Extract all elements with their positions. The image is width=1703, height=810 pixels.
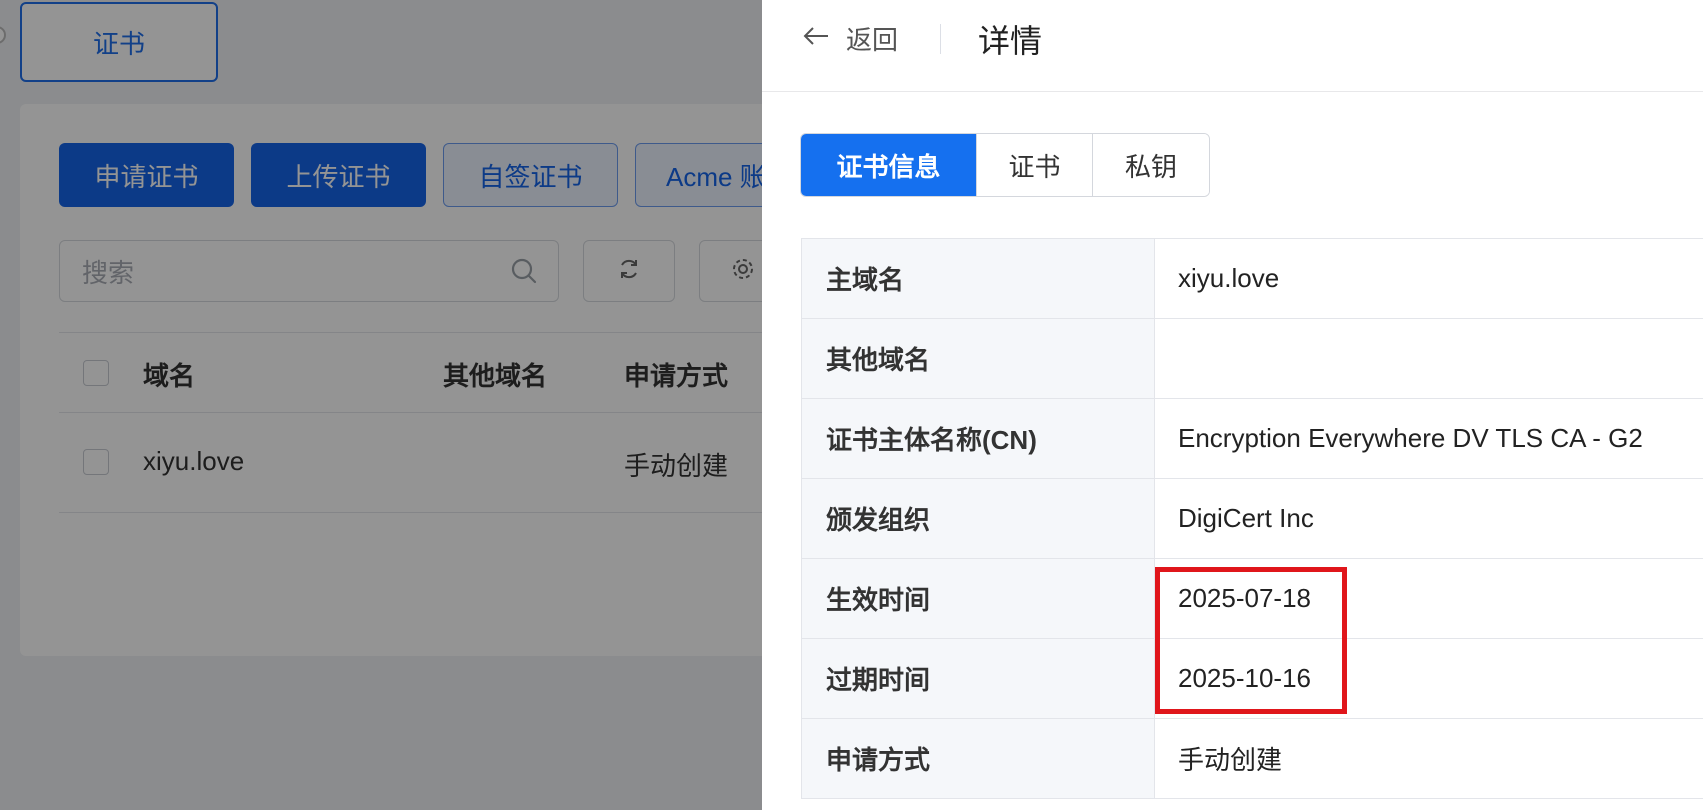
detail-value: DigiCert Inc [1178,503,1314,533]
detail-label: 生效时间 [802,559,1155,638]
detail-value: 手动创建 [1178,745,1283,775]
tab-certificate[interactable]: 证书 [976,134,1092,196]
detail-label: 其他域名 [802,319,1155,398]
tab-private-key[interactable]: 私钥 [1092,134,1209,196]
detail-label: 主域名 [802,239,1155,318]
detail-row-valid-from: 生效时间 2025-07-18 [802,559,1703,639]
detail-row-primary-domain: 主域名 xiyu.love [802,239,1703,319]
detail-row-other-domains: 其他域名 [802,319,1703,399]
arrow-left-icon [802,23,830,54]
tab-group: 证书信息 证书 私钥 [800,133,1210,197]
detail-label: 颁发组织 [802,479,1155,558]
detail-row-method: 申请方式 手动创建 [802,719,1703,799]
detail-row-subject-cn: 证书主体名称(CN) Encryption Everywhere DV TLS … [802,399,1703,479]
back-label: 返回 [846,24,899,55]
detail-label: 证书主体名称(CN) [802,399,1155,478]
header-divider [940,24,941,54]
detail-value: Encryption Everywhere DV TLS CA - G2 [1178,423,1643,453]
detail-row-expires: 过期时间 2025-10-16 [802,639,1703,719]
detail-label: 过期时间 [802,639,1155,718]
modal-overlay[interactable] [0,0,762,810]
back-button[interactable]: 返回 [802,18,898,58]
detail-value [1155,319,1703,398]
drawer-header: 返回 详情 [762,0,1703,92]
detail-row-issuer: 颁发组织 DigiCert Inc [802,479,1703,559]
details-drawer: 返回 详情 证书信息 证书 私钥 主域名 xiyu.love 其他域名 证书主体… [762,0,1703,810]
detail-label: 申请方式 [802,719,1155,798]
detail-value: 2025-07-18 [1178,583,1311,613]
details-table: 主域名 xiyu.love 其他域名 证书主体名称(CN) Encryption… [801,238,1703,799]
detail-value: 2025-10-16 [1178,663,1311,693]
drawer-title: 详情 [978,23,1043,59]
tab-certificate-info[interactable]: 证书信息 [801,134,976,196]
detail-value: xiyu.love [1178,263,1280,293]
